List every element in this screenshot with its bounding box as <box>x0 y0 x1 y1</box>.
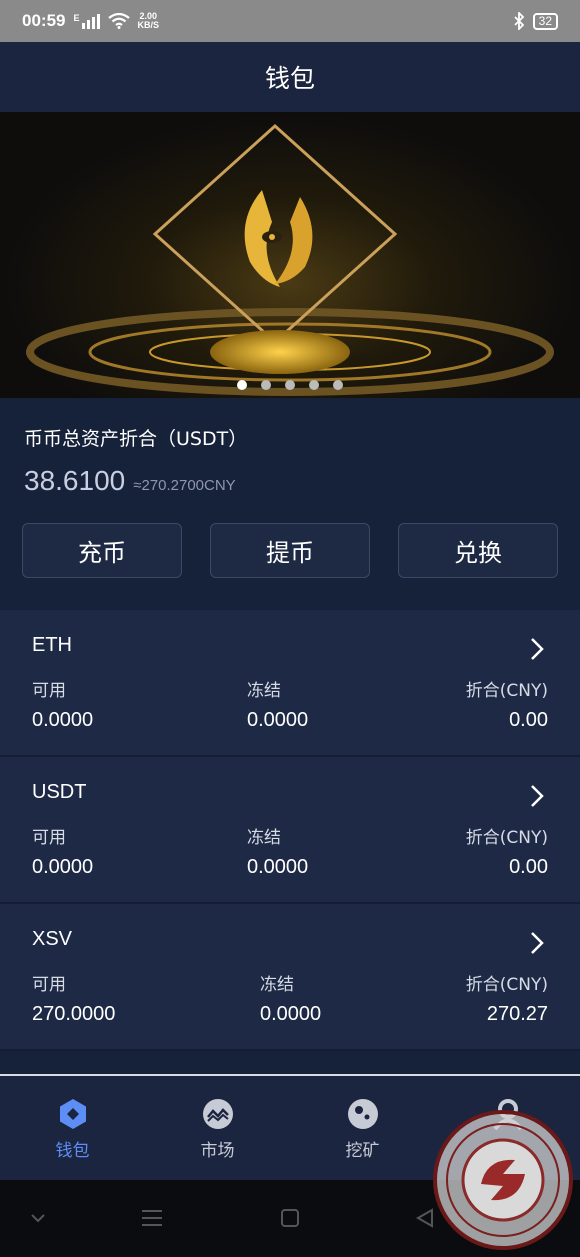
page-header: 钱包 <box>0 42 580 112</box>
coin-name: XSV <box>32 928 73 950</box>
coin-card-usdt[interactable]: USDT 可用 0.0000 冻结 0.0000 折合(CNY) 0.00 <box>0 757 580 904</box>
cny-label: 折合(CNY) <box>465 828 548 848</box>
page-dot[interactable] <box>333 380 343 390</box>
network-speed: 2.00 KB/S <box>137 11 160 30</box>
cny-label: 折合(CNY) <box>465 975 548 995</box>
withdraw-button[interactable]: 提币 <box>210 523 370 578</box>
total-assets-title: 币币总资产折合（USDT） <box>24 428 248 450</box>
coin-card-xsv[interactable]: XSV 可用 270.0000 冻结 0.0000 折合(CNY) 270.27 <box>0 904 580 1051</box>
tab-label: 钱包 <box>55 1141 90 1161</box>
available-label: 可用 <box>32 828 66 848</box>
tab-wallet[interactable]: 钱包 <box>0 1076 145 1180</box>
coin-name: USDT <box>32 781 87 803</box>
chevron-down-icon[interactable] <box>30 1212 46 1224</box>
total-assets-usdt: 38.6100 <box>24 465 126 496</box>
total-assets: 币币总资产折合（USDT） 38.6100 ≈270.2700CNY <box>24 424 247 497</box>
chevron-right-icon[interactable] <box>530 637 544 661</box>
available-label: 可用 <box>32 975 66 995</box>
tab-market[interactable]: 市场 <box>145 1076 290 1180</box>
back-icon[interactable] <box>415 1208 435 1228</box>
coin-list: ETH 可用 0.0000 冻结 0.0000 折合(CNY) 0.00 USDT 可… <box>0 610 580 1051</box>
market-icon <box>202 1099 233 1129</box>
coin-name: ETH <box>32 634 72 656</box>
page-dot[interactable] <box>285 380 295 390</box>
status-bar: 00:59 E 2.00 KB/S 32 <box>0 0 580 42</box>
watermark-logo <box>433 1110 573 1250</box>
cny-label: 折合(CNY) <box>465 681 548 701</box>
frozen-value: 0.0000 <box>247 856 309 878</box>
mining-icon <box>347 1099 378 1129</box>
deposit-button[interactable]: 充币 <box>22 523 182 578</box>
signal-icon: E <box>73 13 100 29</box>
available-value: 0.0000 <box>32 709 94 731</box>
wifi-icon <box>107 13 130 29</box>
chevron-right-icon[interactable] <box>530 784 544 808</box>
home-icon[interactable] <box>280 1208 300 1228</box>
frozen-label: 冻结 <box>247 828 281 848</box>
cny-value: 0.00 <box>509 856 548 878</box>
network-type: E <box>73 13 80 23</box>
status-time: 00:59 <box>22 11 66 30</box>
bluetooth-icon <box>514 12 524 30</box>
tab-mining[interactable]: 挖矿 <box>290 1076 435 1180</box>
total-assets-cny: ≈270.2700CNY <box>133 477 236 494</box>
banner-pagination <box>0 380 580 390</box>
page-dot[interactable] <box>261 380 271 390</box>
frozen-value: 0.0000 <box>260 1003 322 1025</box>
available-label: 可用 <box>32 681 66 701</box>
cny-value: 270.27 <box>486 1003 548 1025</box>
page-title: 钱包 <box>264 64 315 93</box>
page-dot[interactable] <box>237 380 247 390</box>
menu-icon[interactable] <box>141 1209 163 1227</box>
promo-banner[interactable] <box>0 112 580 398</box>
frozen-label: 冻结 <box>247 681 281 701</box>
cny-value: 0.00 <box>509 709 548 731</box>
coin-card-eth[interactable]: ETH 可用 0.0000 冻结 0.0000 折合(CNY) 0.00 <box>0 610 580 757</box>
tab-label: 市场 <box>200 1141 235 1161</box>
available-value: 0.0000 <box>32 856 94 878</box>
action-buttons: 充币 提币 兑换 <box>22 523 558 578</box>
exchange-button[interactable]: 兑换 <box>398 523 558 578</box>
battery-icon: 32 <box>532 12 558 30</box>
watermark-emblem <box>446 1123 560 1237</box>
available-value: 270.0000 <box>32 1003 116 1025</box>
frozen-value: 0.0000 <box>247 709 309 731</box>
banner-image <box>26 123 554 396</box>
wallet-icon <box>59 1099 86 1129</box>
page-dot[interactable] <box>309 380 319 390</box>
tab-label: 挖矿 <box>345 1141 380 1161</box>
frozen-label: 冻结 <box>260 975 294 995</box>
chevron-right-icon[interactable] <box>530 931 544 955</box>
